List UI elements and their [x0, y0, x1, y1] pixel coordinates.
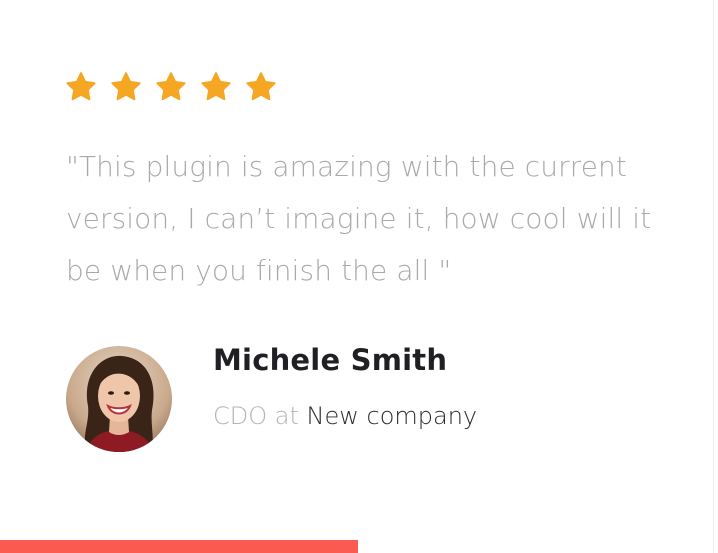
- testimonial-card: "This plugin is amazing with the current…: [0, 0, 714, 553]
- star-icon: [110, 71, 142, 103]
- star-icon: [245, 71, 277, 103]
- author-block: Michele Smith CDO at New company: [66, 343, 477, 452]
- star-icon: [65, 71, 97, 103]
- star-icon: [200, 71, 232, 103]
- author-role-connector: at: [274, 402, 299, 430]
- author-info: Michele Smith CDO at New company: [213, 343, 477, 431]
- author-role: CDO at New company: [213, 401, 477, 431]
- author-job-title: CDO: [213, 402, 268, 430]
- author-name: Michele Smith: [213, 343, 448, 377]
- avatar: [66, 346, 172, 452]
- star-icon: [155, 71, 187, 103]
- accent-bar: [0, 540, 358, 553]
- star-rating: [65, 71, 277, 103]
- testimonial-quote: "This plugin is amazing with the current…: [66, 150, 652, 287]
- author-company: New company: [306, 402, 478, 430]
